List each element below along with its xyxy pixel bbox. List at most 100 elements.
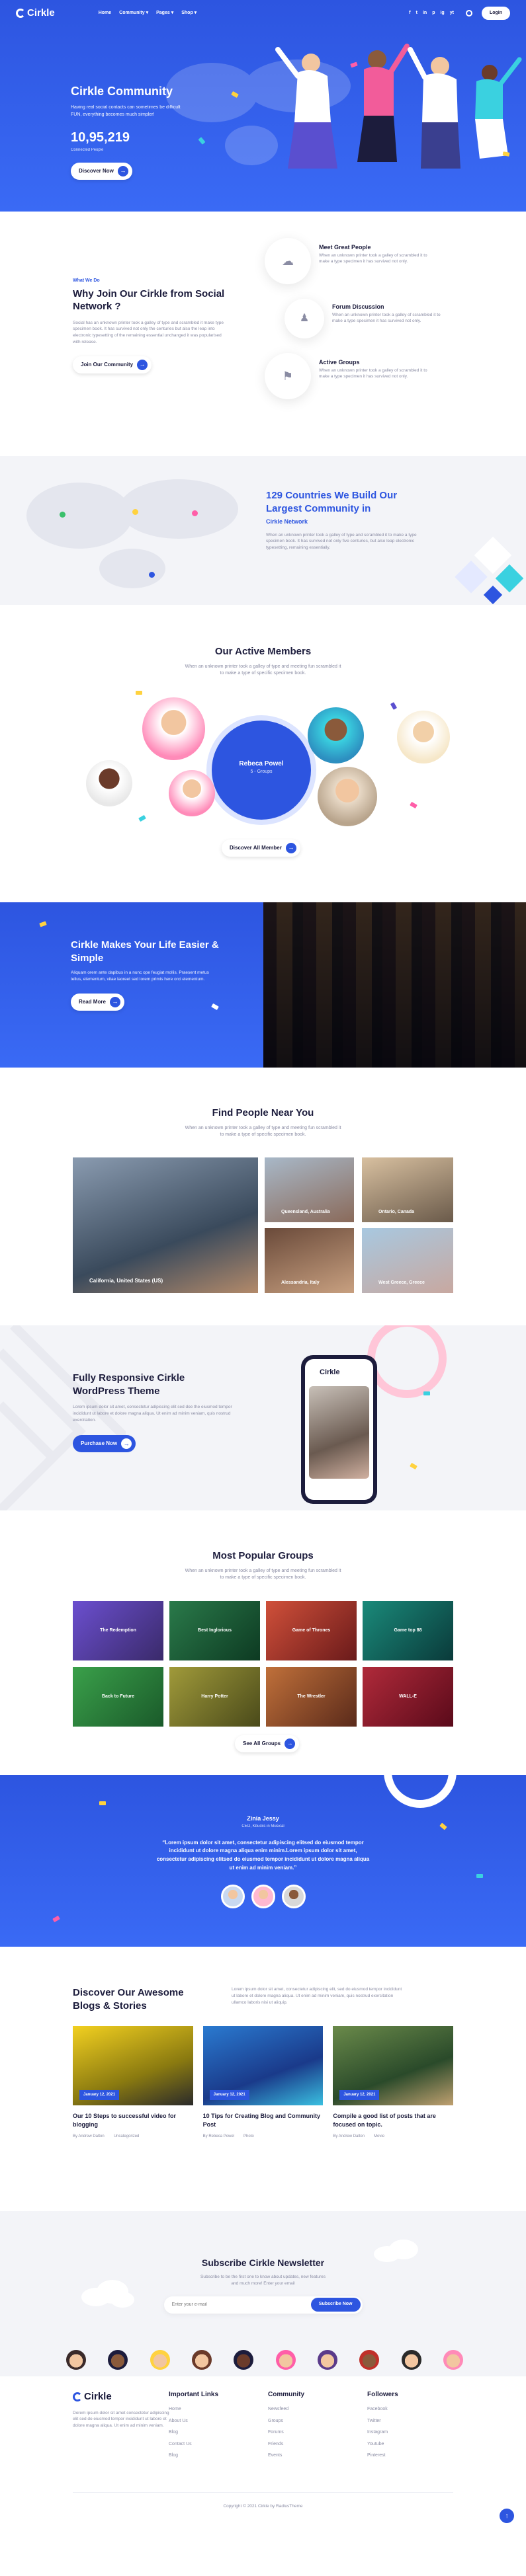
featured-member-groups: 5 - Groups (250, 769, 273, 774)
blog-post-title[interactable]: Our 10 Steps to successful video for blo… (73, 2112, 193, 2128)
member-avatar[interactable] (142, 697, 205, 760)
blog-image: January 12, 2021 (73, 2026, 193, 2105)
arrow-right-icon: → (285, 843, 296, 853)
menu-pages[interactable]: Pages ▾ (156, 10, 173, 17)
group-name: The Wrestler (297, 1694, 326, 1699)
group-card[interactable]: Game of Thrones (266, 1601, 357, 1660)
near-subtitle: When an unknown printer took a galley of… (185, 1125, 341, 1138)
pinterest-icon[interactable]: p (432, 10, 435, 17)
location-card[interactable]: West Greece, Greece (362, 1228, 453, 1293)
avatar[interactable] (251, 1884, 275, 1908)
blog-category[interactable]: Movie (374, 2134, 384, 2140)
instagram-icon[interactable]: ig (440, 10, 444, 17)
phone-logo: Cirkle (320, 1368, 340, 1376)
linkedin-icon[interactable]: in (423, 10, 427, 17)
read-more-button[interactable]: Read More → (71, 993, 124, 1011)
footer-link[interactable]: Contact Us (169, 2441, 218, 2448)
arrow-right-icon: → (121, 1438, 132, 1450)
groups-title: Most Popular Groups (212, 1550, 314, 1561)
member-avatar[interactable] (169, 770, 215, 816)
blog-card[interactable]: January 12, 2021 Compile a good list of … (333, 2026, 454, 2140)
site-logo[interactable]: Cirkle (16, 6, 55, 21)
blog-post-title[interactable]: Compile a good list of posts that are fo… (333, 2112, 453, 2128)
member-avatar[interactable] (318, 767, 377, 826)
footer-link[interactable]: Home (169, 2406, 218, 2413)
blog-author[interactable]: By Rebeca Powel (203, 2134, 234, 2140)
subscribe-button[interactable]: Subscribe Now (310, 2298, 361, 2312)
group-card[interactable]: Harry Potter (169, 1667, 260, 1727)
footer-link[interactable]: Youtube (367, 2441, 398, 2448)
menu-community[interactable]: Community ▾ (119, 10, 148, 17)
blog-date: January 12, 2021 (339, 2090, 380, 2100)
group-card[interactable]: Back to Future (73, 1667, 163, 1727)
footer-link[interactable]: Blog (169, 2429, 218, 2437)
blog-card[interactable]: January 12, 2021 10 Tips for Creating Bl… (202, 2026, 324, 2140)
footer-link[interactable]: Instagram (367, 2429, 398, 2437)
footer-link[interactable]: Forums (268, 2429, 304, 2437)
member-avatar[interactable] (308, 707, 364, 763)
confetti-decoration (423, 1391, 430, 1395)
phone-mockup: Cirkle (301, 1355, 377, 1504)
footer-column: Community Newsfeed Groups Forums Friends… (268, 2390, 304, 2464)
footer-link[interactable]: Pinterest (367, 2452, 398, 2460)
see-all-groups-button[interactable]: See All Groups → (235, 1735, 300, 1752)
blog-author[interactable]: By Andrew Dalton (73, 2134, 105, 2140)
footer-column-title: Community (268, 2391, 304, 2398)
footer-link[interactable]: About Us (169, 2418, 218, 2425)
group-name: The Redemption (100, 1627, 136, 1633)
blog-category[interactable]: Photo (243, 2134, 254, 2140)
menu-home[interactable]: Home (99, 10, 111, 17)
testimonial-avatars (0, 1884, 526, 1908)
blog-posts: January 12, 2021 Our 10 Steps to success… (73, 2026, 454, 2140)
group-card[interactable]: WALL-E (363, 1667, 453, 1727)
group-card[interactable]: Best Inglorious (169, 1601, 260, 1660)
back-to-top-button[interactable]: ↑ (500, 2509, 514, 2523)
location-card[interactable]: Alessandria, Italy (265, 1228, 354, 1293)
member-avatar[interactable] (86, 760, 132, 806)
join-community-button[interactable]: Join Our Community → (73, 356, 152, 373)
avatar[interactable] (220, 1884, 245, 1908)
discover-all-members-button[interactable]: Discover All Member → (222, 839, 300, 857)
location-card[interactable]: California, United States (US) (73, 1157, 258, 1293)
group-name: WALL-E (399, 1694, 417, 1699)
location-card[interactable]: Queensland, Australia (265, 1157, 354, 1222)
location-card[interactable]: Ontario, Canada (362, 1157, 453, 1222)
member-avatar[interactable] (397, 711, 450, 763)
group-name: Best Inglorious (198, 1627, 232, 1633)
menu-shop[interactable]: Shop ▾ (181, 10, 197, 17)
confetti-decoration (52, 1915, 60, 1923)
avatar[interactable] (281, 1884, 306, 1908)
testimonial-section: Zinia Jessy CEO, Kbucks in Musical “Lore… (0, 1775, 526, 1947)
footer-link[interactable]: Newsfeed (268, 2406, 304, 2413)
blog-author[interactable]: By Andrew Dalton (333, 2134, 365, 2140)
purchase-now-button[interactable]: Purchase Now → (73, 1435, 136, 1453)
login-button[interactable]: Login (481, 6, 510, 20)
avatar (443, 2350, 463, 2370)
blog-category[interactable]: Uncategorized (114, 2134, 140, 2140)
blog-image: January 12, 2021 (333, 2026, 454, 2105)
group-name: Harry Potter (201, 1694, 228, 1699)
easy-section: Cirkle Makes Your Life Easier & Simple A… (0, 902, 526, 1068)
footer-link[interactable]: Friends (268, 2441, 304, 2448)
footer-link[interactable]: Events (268, 2452, 304, 2460)
search-icon[interactable] (465, 10, 472, 17)
facebook-icon[interactable]: f (409, 10, 410, 17)
email-input[interactable] (171, 2302, 278, 2307)
youtube-icon[interactable]: yt (450, 10, 454, 17)
blog-card[interactable]: January 12, 2021 Our 10 Steps to success… (73, 2026, 193, 2140)
footer-link[interactable]: Facebook (367, 2406, 398, 2413)
footer-link[interactable]: Blog (169, 2452, 218, 2460)
twitter-icon[interactable]: t (416, 10, 417, 17)
discover-now-button[interactable]: Discover Now → (71, 163, 132, 180)
group-card[interactable]: Game top 88 (363, 1601, 453, 1660)
group-card[interactable]: The Wrestler (266, 1667, 357, 1727)
footer-link[interactable]: Twitter (367, 2418, 398, 2425)
feature-title: Active Groups (319, 359, 360, 366)
group-card[interactable]: The Redemption (73, 1601, 163, 1660)
featured-member-card[interactable]: Rebeca Powel 5 - Groups (212, 721, 311, 820)
footer-link[interactable]: Groups (268, 2418, 304, 2425)
footer-logo[interactable]: Cirkle (73, 2390, 172, 2405)
feature-item: ☁ Meet Great People When an unknown print… (265, 238, 476, 284)
map-pin-icon (192, 510, 198, 516)
blog-post-title[interactable]: 10 Tips for Creating Blog and Community … (203, 2112, 324, 2128)
